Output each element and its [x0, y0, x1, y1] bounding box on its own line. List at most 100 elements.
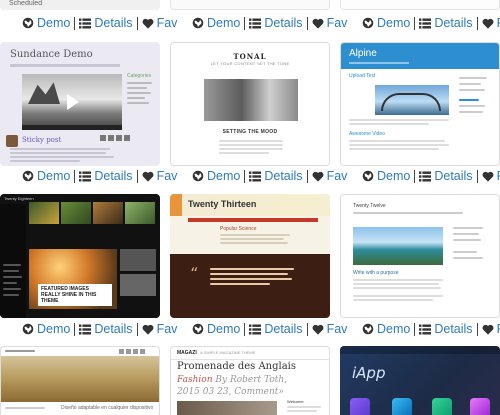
- details-link[interactable]: Details: [79, 16, 133, 30]
- post-comment: Comment»: [234, 387, 284, 397]
- sidebar-line: [459, 99, 479, 101]
- card-actions: Demo Details Fav: [192, 14, 347, 32]
- nav-bar: [188, 218, 318, 222]
- header-accent: [170, 194, 182, 216]
- fav-link[interactable]: Fav: [482, 169, 500, 183]
- thumb-photo: [61, 202, 91, 224]
- demo-link[interactable]: Demo: [362, 322, 410, 336]
- app-icon: [392, 398, 412, 415]
- details-label: Details: [434, 16, 473, 30]
- demo-link[interactable]: Demo: [22, 169, 70, 183]
- caption-text: FEATURED IMAGES REALLY SHINE IN THIS THE…: [41, 286, 97, 304]
- theme-screenshot: Twenty Eighteen FEATURED IMAGES REALLY S…: [0, 194, 160, 318]
- share-icon: [140, 349, 145, 354]
- site-title: Twenty Eighteen: [4, 196, 34, 201]
- demo-label: Demo: [37, 322, 71, 336]
- list-icon: [249, 18, 262, 28]
- sidebar: [0, 204, 26, 318]
- details-link[interactable]: Details: [249, 169, 303, 183]
- theme-card-sundance[interactable]: Sundance Demo Categories Sticky post: [0, 42, 160, 166]
- fav-link[interactable]: Fav: [142, 169, 177, 183]
- text-line: [219, 148, 283, 150]
- text-line: [10, 160, 80, 162]
- details-link[interactable]: Details: [419, 16, 473, 30]
- fav-link[interactable]: Fav: [312, 169, 347, 183]
- sidebar-line: [453, 233, 479, 235]
- theme-card-magazine[interactable]: MAGAZI A SIMPLE MAGAZINE THEME Promenade…: [170, 346, 330, 415]
- demo-label: Demo: [37, 169, 71, 183]
- theme-card-dark[interactable]: Twenty Eighteen FEATURED IMAGES REALLY S…: [0, 194, 160, 318]
- list-icon: [419, 171, 432, 181]
- theme-card-field[interactable]: Diseño adaptable en cualquier dispositiv…: [0, 346, 160, 415]
- list-icon: [419, 18, 432, 28]
- divider: [476, 16, 478, 30]
- post-title: Popular Science: [220, 226, 257, 232]
- details-link[interactable]: Details: [79, 169, 133, 183]
- card-actions: Demo Details Fav: [22, 167, 177, 185]
- demo-link[interactable]: Demo: [362, 16, 410, 30]
- heart-icon: [312, 18, 324, 29]
- sidebar-line: [453, 257, 483, 259]
- site-header: Alpine: [341, 43, 499, 69]
- heart-icon: [482, 171, 494, 182]
- text-line: [349, 123, 429, 125]
- text-line: [349, 148, 439, 150]
- sidebar-line: [3, 276, 22, 278]
- theme-card-alpine[interactable]: Alpine Upload Test Awesome Video: [340, 42, 500, 166]
- demo-link[interactable]: Demo: [192, 322, 240, 336]
- site-header: Twenty Thirteen: [170, 194, 330, 216]
- divider: [244, 322, 246, 336]
- quote-mark-icon: “: [190, 264, 199, 283]
- heart-icon: [312, 324, 324, 335]
- text-line: [210, 268, 294, 270]
- details-link[interactable]: Details: [79, 322, 133, 336]
- demo-link[interactable]: Demo: [22, 16, 70, 30]
- text-line: [10, 152, 106, 154]
- fav-link[interactable]: Fav: [142, 322, 177, 336]
- demo-label: Demo: [207, 16, 241, 30]
- divider: [476, 169, 478, 183]
- divider: [244, 169, 246, 183]
- text-line: [220, 238, 284, 240]
- fav-link[interactable]: Fav: [312, 16, 347, 30]
- theme-card-twenty-thirteen[interactable]: Twenty Thirteen Popular Science “: [170, 194, 330, 318]
- fav-label: Fav: [497, 16, 500, 30]
- theme-card-scheduled[interactable]: Scheduled: [0, 0, 160, 10]
- list-icon: [79, 324, 92, 334]
- theme-card-top-middle[interactable]: [170, 0, 330, 10]
- details-link[interactable]: Details: [419, 169, 473, 183]
- fav-link[interactable]: Fav: [482, 16, 500, 30]
- globe-icon: [192, 17, 204, 29]
- heart-icon: [142, 171, 154, 182]
- details-link[interactable]: Details: [249, 322, 303, 336]
- theme-card-tonal[interactable]: TONAL LET YOUR CONTENT SET THE TONE SETT…: [170, 42, 330, 166]
- widget-line: [127, 102, 149, 104]
- fav-link[interactable]: Fav: [312, 322, 348, 336]
- divider: [414, 322, 416, 336]
- fav-label: Fav: [326, 322, 348, 336]
- text-line: [353, 299, 433, 301]
- demo-link[interactable]: Demo: [22, 322, 70, 336]
- fav-link[interactable]: Fav: [482, 322, 500, 336]
- theme-card-twenty-twelve[interactable]: Twenty Twelve Write with a purpose: [340, 194, 500, 318]
- video-thumbnail: [22, 74, 122, 130]
- theme-card-iapp[interactable]: iApp: [340, 346, 500, 415]
- demo-link[interactable]: Demo: [192, 16, 240, 30]
- divider: [136, 169, 138, 183]
- site-brand: MAGAZI: [177, 350, 197, 356]
- details-link[interactable]: Details: [249, 16, 303, 30]
- post-meta: Fashion By Robert Toth,: [177, 375, 287, 385]
- divider: [414, 16, 416, 30]
- fav-link[interactable]: Fav: [142, 16, 177, 30]
- theme-card-top-right[interactable]: [340, 0, 500, 10]
- card-actions: Demo Details Fav: [22, 14, 177, 32]
- demo-link[interactable]: Demo: [192, 169, 240, 183]
- app-icon: [432, 398, 452, 415]
- details-link[interactable]: Details: [419, 322, 473, 336]
- post-date: 2015 03 23,: [177, 387, 232, 397]
- text-line: [210, 273, 288, 275]
- divider: [476, 322, 478, 336]
- widget-title: Categories: [127, 73, 152, 79]
- demo-link[interactable]: Demo: [362, 169, 410, 183]
- bridge-arch: [381, 93, 441, 111]
